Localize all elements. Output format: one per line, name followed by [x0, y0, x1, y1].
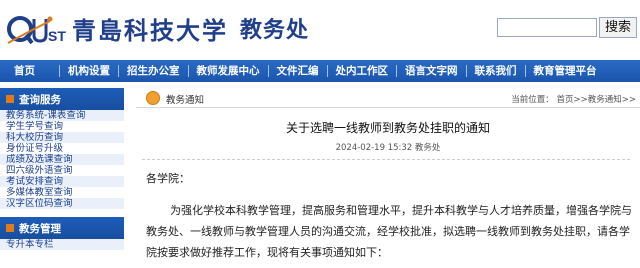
sidebar-item-cet[interactable]: 四六级外语查询	[0, 165, 124, 176]
sidebar-item-schedule[interactable]: 教务系统-课表查询	[0, 110, 124, 121]
sidebar-section-query: 查询服务	[0, 88, 124, 110]
sidebar-item-classrooms[interactable]: 多媒体教室查询	[0, 187, 124, 198]
breadcrumb[interactable]: 当前位置： 首页>>教务通知>>	[511, 93, 636, 105]
article-paragraph: 为强化学校本科教学管理，提高服务和管理水平，提升本科教学与人才培养质量，增强各学…	[146, 204, 632, 259]
article-body: 各学院： 为强化学校本科教学管理，提高服务和管理水平，提升本科教学与人才培养质量…	[136, 170, 640, 263]
nav-item-internal-work[interactable]: 处内工作区	[328, 60, 397, 82]
search-button[interactable]: 搜索	[599, 17, 637, 38]
sidebar-item-student-id[interactable]: 学生学号查询	[0, 121, 124, 132]
nav-item-documents[interactable]: 文件汇编	[269, 60, 327, 82]
sidebar-section-management: 教务管理	[0, 217, 124, 239]
sidebar: 查询服务 教务系统-课表查询 学生学号查询 科大校历查询 身份证号升级 成绩及选…	[0, 88, 124, 268]
school-name: 青島科技大学	[72, 15, 228, 45]
article-meta: 2024-02-19 15:32 教务处	[335, 143, 441, 153]
sidebar-section-title: 查询服务	[19, 93, 61, 106]
nav-item-home[interactable]: 首页	[0, 60, 59, 82]
sidebar-item-exams[interactable]: 考试安排查询	[0, 176, 124, 187]
section-label: 教务通知	[166, 95, 205, 106]
sidebar-item-char-code[interactable]: 汉字区位码查询	[0, 198, 124, 209]
sidebar-section-title: 教务管理	[19, 222, 61, 235]
sidebar-item-calendar[interactable]: 科大校历查询	[0, 132, 124, 143]
nav-item-language[interactable]: 语言文字网	[397, 60, 466, 82]
nav-item-contact[interactable]: 联系我们	[467, 60, 525, 82]
qust-logo-icon: ST	[7, 16, 66, 45]
sidebar-item-id-upgrade[interactable]: 身份证号升级	[0, 143, 124, 154]
nav-item-organization[interactable]: 机构设置	[60, 60, 118, 82]
square-bullet-icon	[6, 95, 14, 103]
nav-item-admissions[interactable]: 招生办公室	[119, 60, 188, 82]
sidebar-query-list: 教务系统-课表查询 学生学号查询 科大校历查询 身份证号升级 成绩及选课查询 四…	[0, 110, 124, 209]
search-input[interactable]	[497, 18, 597, 37]
sidebar-item-grades[interactable]: 成绩及选课查询	[0, 154, 124, 165]
article-title: 关于选聘一线教师到教务处挂职的通知	[285, 121, 490, 135]
site-logo[interactable]: ST 青島科技大学 教务处	[6, 8, 309, 48]
nav-item-education-platform[interactable]: 教育管理平台	[526, 60, 605, 82]
dept-name: 教务处	[240, 17, 310, 43]
sidebar-management-list: 专升本专栏	[0, 239, 124, 250]
divider	[142, 159, 630, 160]
square-bullet-icon	[6, 224, 14, 232]
article-salutation: 各学院：	[146, 172, 190, 185]
breadcrumb-bar: 教务通知 当前位置： 首页>>教务通知>>	[136, 88, 640, 108]
sidebar-item-upgrade-program[interactable]: 专升本专栏	[0, 239, 124, 250]
nav-item-teacher-development[interactable]: 教师发展中心	[189, 60, 268, 82]
main-nav: 首页 机构设置 招生办公室 教师发展中心 文件汇编 处内工作区 语言文字网 联系…	[0, 60, 640, 82]
site-header: ST 青島科技大学 教务处 搜索	[0, 0, 640, 58]
main-content: 教务通知 当前位置： 首页>>教务通知>> 关于选聘一线教师到教务处挂职的通知 …	[136, 88, 640, 268]
rss-icon	[146, 91, 160, 105]
svg-text:ST: ST	[48, 28, 66, 44]
